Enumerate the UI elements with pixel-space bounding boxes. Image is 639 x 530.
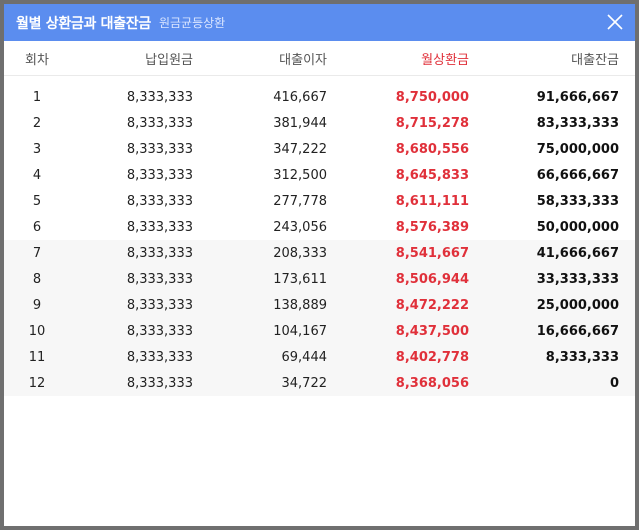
cell-principal: 8,333,333: [126, 115, 193, 131]
cell-principal: 8,333,333: [126, 167, 193, 183]
cell-principal: 8,333,333: [126, 89, 193, 105]
cell-monthly-payment: 8,506,944: [327, 266, 469, 292]
cell-monthly-payment: 8,402,778: [327, 344, 469, 370]
cell-monthly-payment: 8,680,556: [395, 141, 469, 157]
cell-interest: 416,667: [273, 89, 327, 105]
cell-interest: 208,333: [193, 240, 327, 266]
close-icon[interactable]: [605, 12, 625, 32]
cell-monthly-payment: 8,750,000: [395, 89, 469, 105]
cell-monthly-payment: 8,368,056: [327, 370, 469, 396]
cell-principal: 8,333,333: [70, 266, 193, 292]
cell-interest: 312,500: [273, 167, 327, 183]
cell-balance: 25,000,000: [469, 292, 635, 318]
cell-interest: 69,444: [193, 344, 327, 370]
cell-balance: 33,333,333: [469, 266, 635, 292]
modal-title: 월별 상환금과 대출잔금: [16, 15, 151, 32]
cell-round: 8: [4, 266, 70, 292]
cell-round: 9: [4, 292, 70, 318]
cell-balance: 16,666,667: [469, 318, 635, 344]
table-row: 3 8,333,333 347,222 8,680,556 75,000,000: [4, 136, 635, 162]
cell-principal: 8,333,333: [70, 318, 193, 344]
cell-principal: 8,333,333: [70, 344, 193, 370]
cell-round: 7: [4, 240, 70, 266]
close-icon-svg: [607, 14, 623, 30]
cell-interest: 381,944: [273, 115, 327, 131]
table-row: 8 8,333,333 173,611 8,506,944 33,333,333: [4, 266, 635, 292]
column-header-interest: 대출이자: [193, 41, 327, 76]
cell-round: 11: [4, 344, 70, 370]
cell-principal: 8,333,333: [70, 370, 193, 396]
cell-balance: 75,000,000: [536, 141, 619, 157]
cell-balance: 8,333,333: [469, 344, 635, 370]
cell-principal: 8,333,333: [126, 219, 193, 235]
cell-round: 2: [32, 115, 42, 131]
cell-balance: 83,333,333: [536, 115, 619, 131]
cell-interest: 34,722: [193, 370, 327, 396]
cell-interest: 104,167: [193, 318, 327, 344]
cell-interest: 243,056: [273, 219, 327, 235]
cell-round: 5: [32, 193, 42, 209]
table-row: 6 8,333,333 243,056 8,576,389 50,000,000: [4, 214, 635, 240]
cell-round: 1: [32, 89, 42, 105]
cell-interest: 173,611: [193, 266, 327, 292]
table-row: 10 8,333,333 104,167 8,437,500 16,666,667: [4, 318, 635, 344]
column-header-monthly-payment: 월상환금: [327, 41, 469, 76]
cell-round: 12: [4, 370, 70, 396]
column-header-round: 회차: [4, 41, 70, 76]
cell-balance: 91,666,667: [536, 89, 619, 105]
table-body: 1 8,333,333 416,667 8,750,000 91,666,667 2 8,3…: [4, 76, 635, 396]
cell-principal: 8,333,333: [126, 141, 193, 157]
cell-monthly-payment: 8,576,389: [395, 219, 469, 235]
cell-round: 6: [32, 219, 42, 235]
cell-principal: 8,333,333: [126, 193, 193, 209]
table-row: 12 8,333,333 34,722 8,368,056 0: [4, 370, 635, 396]
table-header-row: 회차 납입원금 대출이자 월상환금 대출잔금: [4, 41, 635, 76]
table-row: 9 8,333,333 138,889 8,472,222 25,000,000: [4, 292, 635, 318]
modal-subtitle: 원금균등상환: [158, 16, 226, 30]
cell-principal: 8,333,333: [70, 292, 193, 318]
cell-interest: 277,778: [273, 193, 327, 209]
cell-principal: 8,333,333: [70, 240, 193, 266]
table-row: 11 8,333,333 69,444 8,402,778 8,333,333: [4, 344, 635, 370]
cell-interest: 138,889: [193, 292, 327, 318]
cell-round: 3: [32, 141, 42, 157]
table-row: 2 8,333,333 381,944 8,715,278 83,333,333: [4, 110, 635, 136]
repayment-schedule-modal: 월별 상환금과 대출잔금 원금균등상환 회차 납입원금 대출이자 월상환금 대출…: [4, 4, 635, 526]
repayment-table: 회차 납입원금 대출이자 월상환금 대출잔금 1 8,333,333 416,667…: [4, 41, 635, 396]
table-row: 1 8,333,333 416,667 8,750,000 91,666,667: [4, 76, 635, 111]
cell-round: 4: [32, 167, 42, 183]
column-header-balance: 대출잔금: [469, 41, 635, 76]
column-header-principal: 납입원금: [70, 41, 193, 76]
cell-monthly-payment: 8,472,222: [327, 292, 469, 318]
cell-balance: 66,666,667: [536, 167, 619, 183]
table-row: 4 8,333,333 312,500 8,645,833 66,666,667: [4, 162, 635, 188]
cell-balance: 0: [469, 370, 635, 396]
cell-monthly-payment: 8,645,833: [395, 167, 469, 183]
cell-interest: 347,222: [273, 141, 327, 157]
cell-round: 10: [4, 318, 70, 344]
cell-balance: 41,666,667: [469, 240, 635, 266]
cell-monthly-payment: 8,541,667: [327, 240, 469, 266]
table-row: 7 8,333,333 208,333 8,541,667 41,666,667: [4, 240, 635, 266]
cell-balance: 50,000,000: [536, 219, 619, 235]
modal-header: 월별 상환금과 대출잔금 원금균등상환: [4, 4, 635, 41]
cell-monthly-payment: 8,611,111: [395, 193, 469, 209]
cell-monthly-payment: 8,437,500: [327, 318, 469, 344]
table-row: 5 8,333,333 277,778 8,611,111 58,333,333: [4, 188, 635, 214]
cell-balance: 58,333,333: [536, 193, 619, 209]
cell-monthly-payment: 8,715,278: [395, 115, 469, 131]
